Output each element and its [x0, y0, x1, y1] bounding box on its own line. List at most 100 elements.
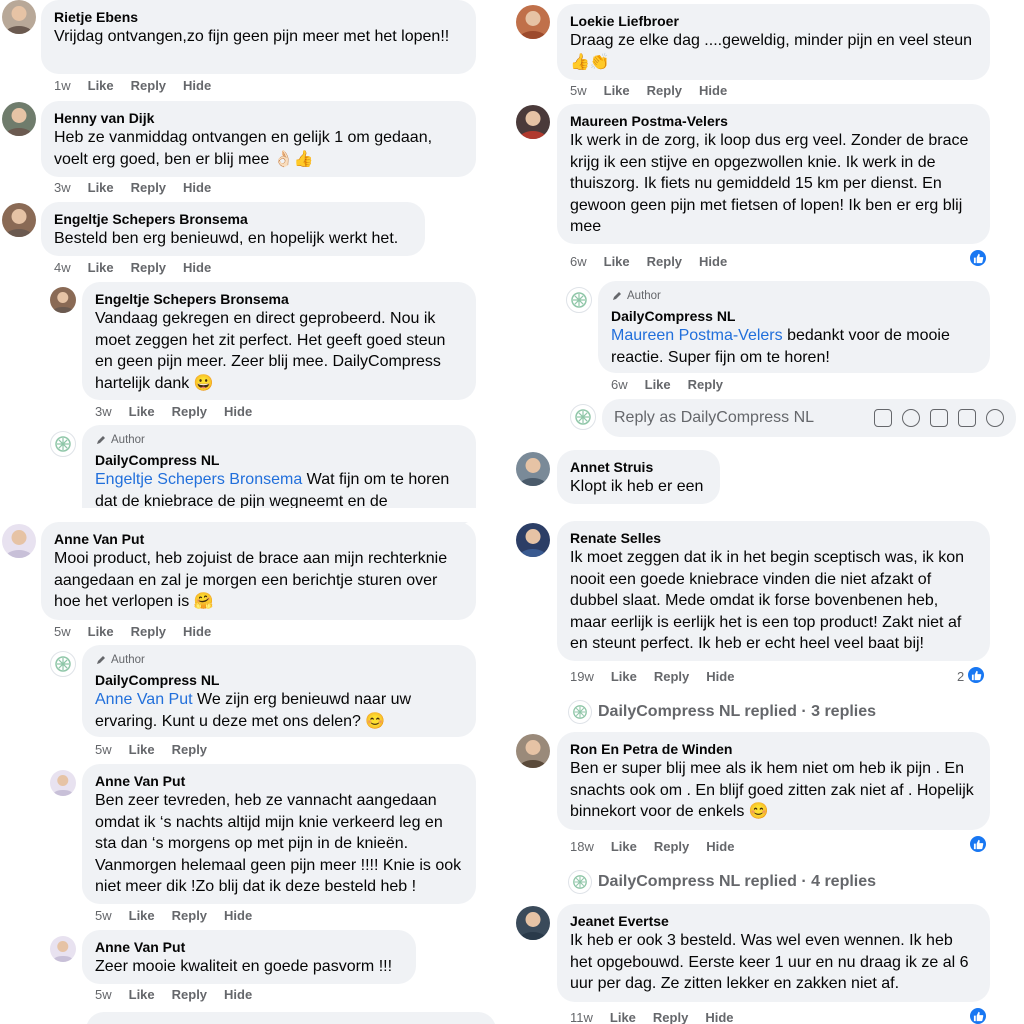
hide-button[interactable]: Hide — [699, 254, 727, 269]
comment-time[interactable]: 18w — [570, 839, 594, 854]
reply-button[interactable]: Reply — [172, 404, 207, 419]
avatar[interactable] — [50, 287, 76, 313]
comment-time[interactable]: 4w — [54, 260, 71, 275]
comment-time[interactable]: 1w — [54, 78, 71, 93]
emoji-icon[interactable] — [902, 409, 920, 427]
hide-button[interactable]: Hide — [705, 1010, 733, 1024]
reply-button[interactable]: Reply — [131, 180, 166, 195]
like-count[interactable]: 2 — [957, 669, 964, 684]
hide-button[interactable]: Hide — [183, 180, 211, 195]
hide-button[interactable]: Hide — [224, 908, 252, 923]
gif-icon[interactable] — [958, 409, 976, 427]
hide-button[interactable]: Hide — [224, 404, 252, 419]
comment-author[interactable]: Rietje Ebens — [54, 8, 463, 26]
reply-button[interactable]: Reply — [688, 377, 723, 392]
reply-button[interactable]: Reply — [647, 83, 682, 98]
reply-button[interactable]: Reply — [131, 624, 166, 639]
comment-time[interactable]: 3w — [95, 404, 112, 419]
avatar-sticker-icon[interactable] — [874, 409, 892, 427]
view-replies-link[interactable]: DailyCompress NL replied · 3 replies — [568, 700, 876, 724]
like-reaction-icon[interactable] — [968, 834, 988, 854]
reply-input-partial[interactable] — [86, 1012, 496, 1024]
comment-author[interactable]: Ron En Petra de Winden — [570, 740, 977, 758]
avatar[interactable] — [516, 5, 550, 39]
like-button[interactable]: Like — [129, 742, 155, 757]
avatar[interactable] — [516, 734, 550, 768]
comment-time[interactable]: 5w — [54, 624, 71, 639]
avatar[interactable] — [516, 105, 550, 139]
hide-button[interactable]: Hide — [706, 839, 734, 854]
sticker-icon[interactable] — [986, 409, 1004, 427]
hide-button[interactable]: Hide — [706, 669, 734, 684]
mention-link[interactable]: Engeltje Schepers Bronsema — [95, 471, 302, 488]
hide-button[interactable]: Hide — [183, 78, 211, 93]
comment-author[interactable]: Henny van Dijk — [54, 109, 463, 127]
like-button[interactable]: Like — [129, 404, 155, 419]
avatar[interactable] — [2, 203, 36, 237]
mention-link[interactable]: Maureen Postma-Velers — [611, 327, 783, 344]
comment-time[interactable]: 5w — [570, 83, 587, 98]
like-button[interactable]: Like — [604, 254, 630, 269]
like-button[interactable]: Like — [129, 987, 155, 1002]
avatar[interactable] — [50, 770, 76, 796]
hide-button[interactable]: Hide — [183, 624, 211, 639]
avatar[interactable] — [50, 936, 76, 962]
comment-author[interactable]: Engeltje Schepers Bronsema — [95, 290, 463, 308]
comment-time[interactable]: 6w — [611, 377, 628, 392]
comment-time[interactable]: 5w — [95, 987, 112, 1002]
comment-author[interactable]: Maureen Postma-Velers — [570, 112, 977, 130]
like-button[interactable]: Like — [611, 839, 637, 854]
comment-time[interactable]: 6w — [570, 254, 587, 269]
avatar[interactable] — [2, 0, 36, 34]
comment-author[interactable]: Anne Van Put — [54, 530, 463, 548]
comment-author[interactable]: Anne Van Put — [95, 772, 463, 790]
avatar[interactable] — [516, 906, 550, 940]
avatar[interactable] — [516, 452, 550, 486]
reply-button[interactable]: Reply — [647, 254, 682, 269]
like-button[interactable]: Like — [611, 669, 637, 684]
comment-time[interactable]: 5w — [95, 908, 112, 923]
like-reaction-icon[interactable] — [966, 665, 986, 685]
like-button[interactable]: Like — [88, 260, 114, 275]
reply-button[interactable]: Reply — [172, 908, 207, 923]
comment-time[interactable]: 5w — [95, 742, 112, 757]
comment-author[interactable]: DailyCompress NL — [95, 451, 463, 469]
reply-button[interactable]: Reply — [131, 78, 166, 93]
avatar[interactable] — [2, 524, 36, 558]
comment-author[interactable]: Engeltje Schepers Bronsema — [54, 210, 412, 228]
brand-avatar[interactable] — [566, 287, 592, 313]
like-button[interactable]: Like — [610, 1010, 636, 1024]
comment-time[interactable]: 3w — [54, 180, 71, 195]
comment-time[interactable]: 19w — [570, 669, 594, 684]
brand-avatar[interactable] — [50, 431, 76, 457]
avatar[interactable] — [2, 102, 36, 136]
brand-avatar[interactable] — [50, 651, 76, 677]
reply-input[interactable]: Reply as DailyCompress NL — [602, 399, 1016, 437]
like-button[interactable]: Like — [88, 180, 114, 195]
like-button[interactable]: Like — [129, 908, 155, 923]
comment-author[interactable]: DailyCompress NL — [611, 307, 977, 325]
mention-link[interactable]: Anne Van Put — [95, 691, 193, 708]
like-button[interactable]: Like — [88, 624, 114, 639]
like-reaction-icon[interactable] — [968, 248, 988, 268]
comment-author[interactable]: Anne Van Put — [95, 938, 403, 956]
comment-author[interactable]: Loekie Liefbroer — [570, 12, 977, 30]
like-button[interactable]: Like — [88, 78, 114, 93]
hide-button[interactable]: Hide — [224, 987, 252, 1002]
view-replies-link[interactable]: DailyCompress NL replied · 4 replies — [568, 870, 876, 894]
hide-button[interactable]: Hide — [699, 83, 727, 98]
reply-button[interactable]: Reply — [172, 742, 207, 757]
hide-button[interactable]: Hide — [183, 260, 211, 275]
reply-button[interactable]: Reply — [654, 669, 689, 684]
comment-time[interactable]: 11w — [570, 1010, 593, 1024]
camera-icon[interactable] — [930, 409, 948, 427]
reply-button[interactable]: Reply — [653, 1010, 688, 1024]
comment-author[interactable]: Renate Selles — [570, 529, 977, 547]
avatar[interactable] — [516, 523, 550, 557]
reply-button[interactable]: Reply — [131, 260, 166, 275]
like-button[interactable]: Like — [604, 83, 630, 98]
comment-author[interactable]: DailyCompress NL — [95, 671, 463, 689]
reply-button[interactable]: Reply — [654, 839, 689, 854]
comment-author[interactable]: Jeanet Evertse — [570, 912, 977, 930]
reply-button[interactable]: Reply — [172, 987, 207, 1002]
